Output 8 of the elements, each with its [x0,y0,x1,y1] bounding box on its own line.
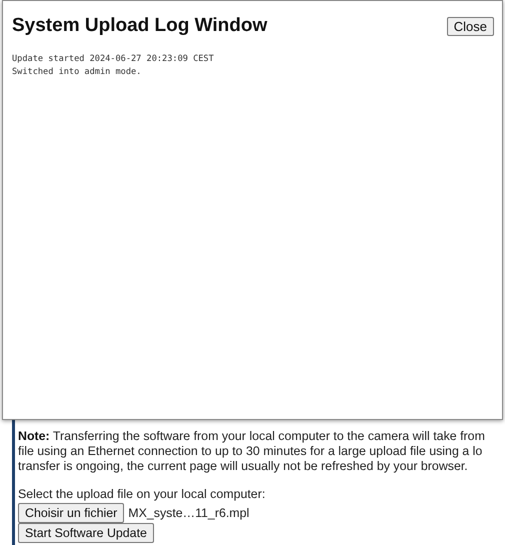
file-name: MX_syste…11_r6.mpl [128,506,250,520]
start-update-button[interactable]: Start Software Update [18,523,154,543]
choose-file-button[interactable]: Choisir un fichier [18,503,124,523]
window-title: System Upload Log Window [12,15,268,37]
close-button[interactable]: Close [446,16,494,36]
note-text: Note: Transferring the software from your local computer to the camera will take from file using an Ethernet connection to up to 30 minutes for a large upload file using a lo transfer is ongoing, the current page will usually not be refreshed by your browser. [18,429,486,474]
log-text: Update started 2024-06-27 20:23:09 CEST Switched into admin mode. [12,53,215,79]
select-file-label: Select the upload file on your local computer: [18,487,266,502]
